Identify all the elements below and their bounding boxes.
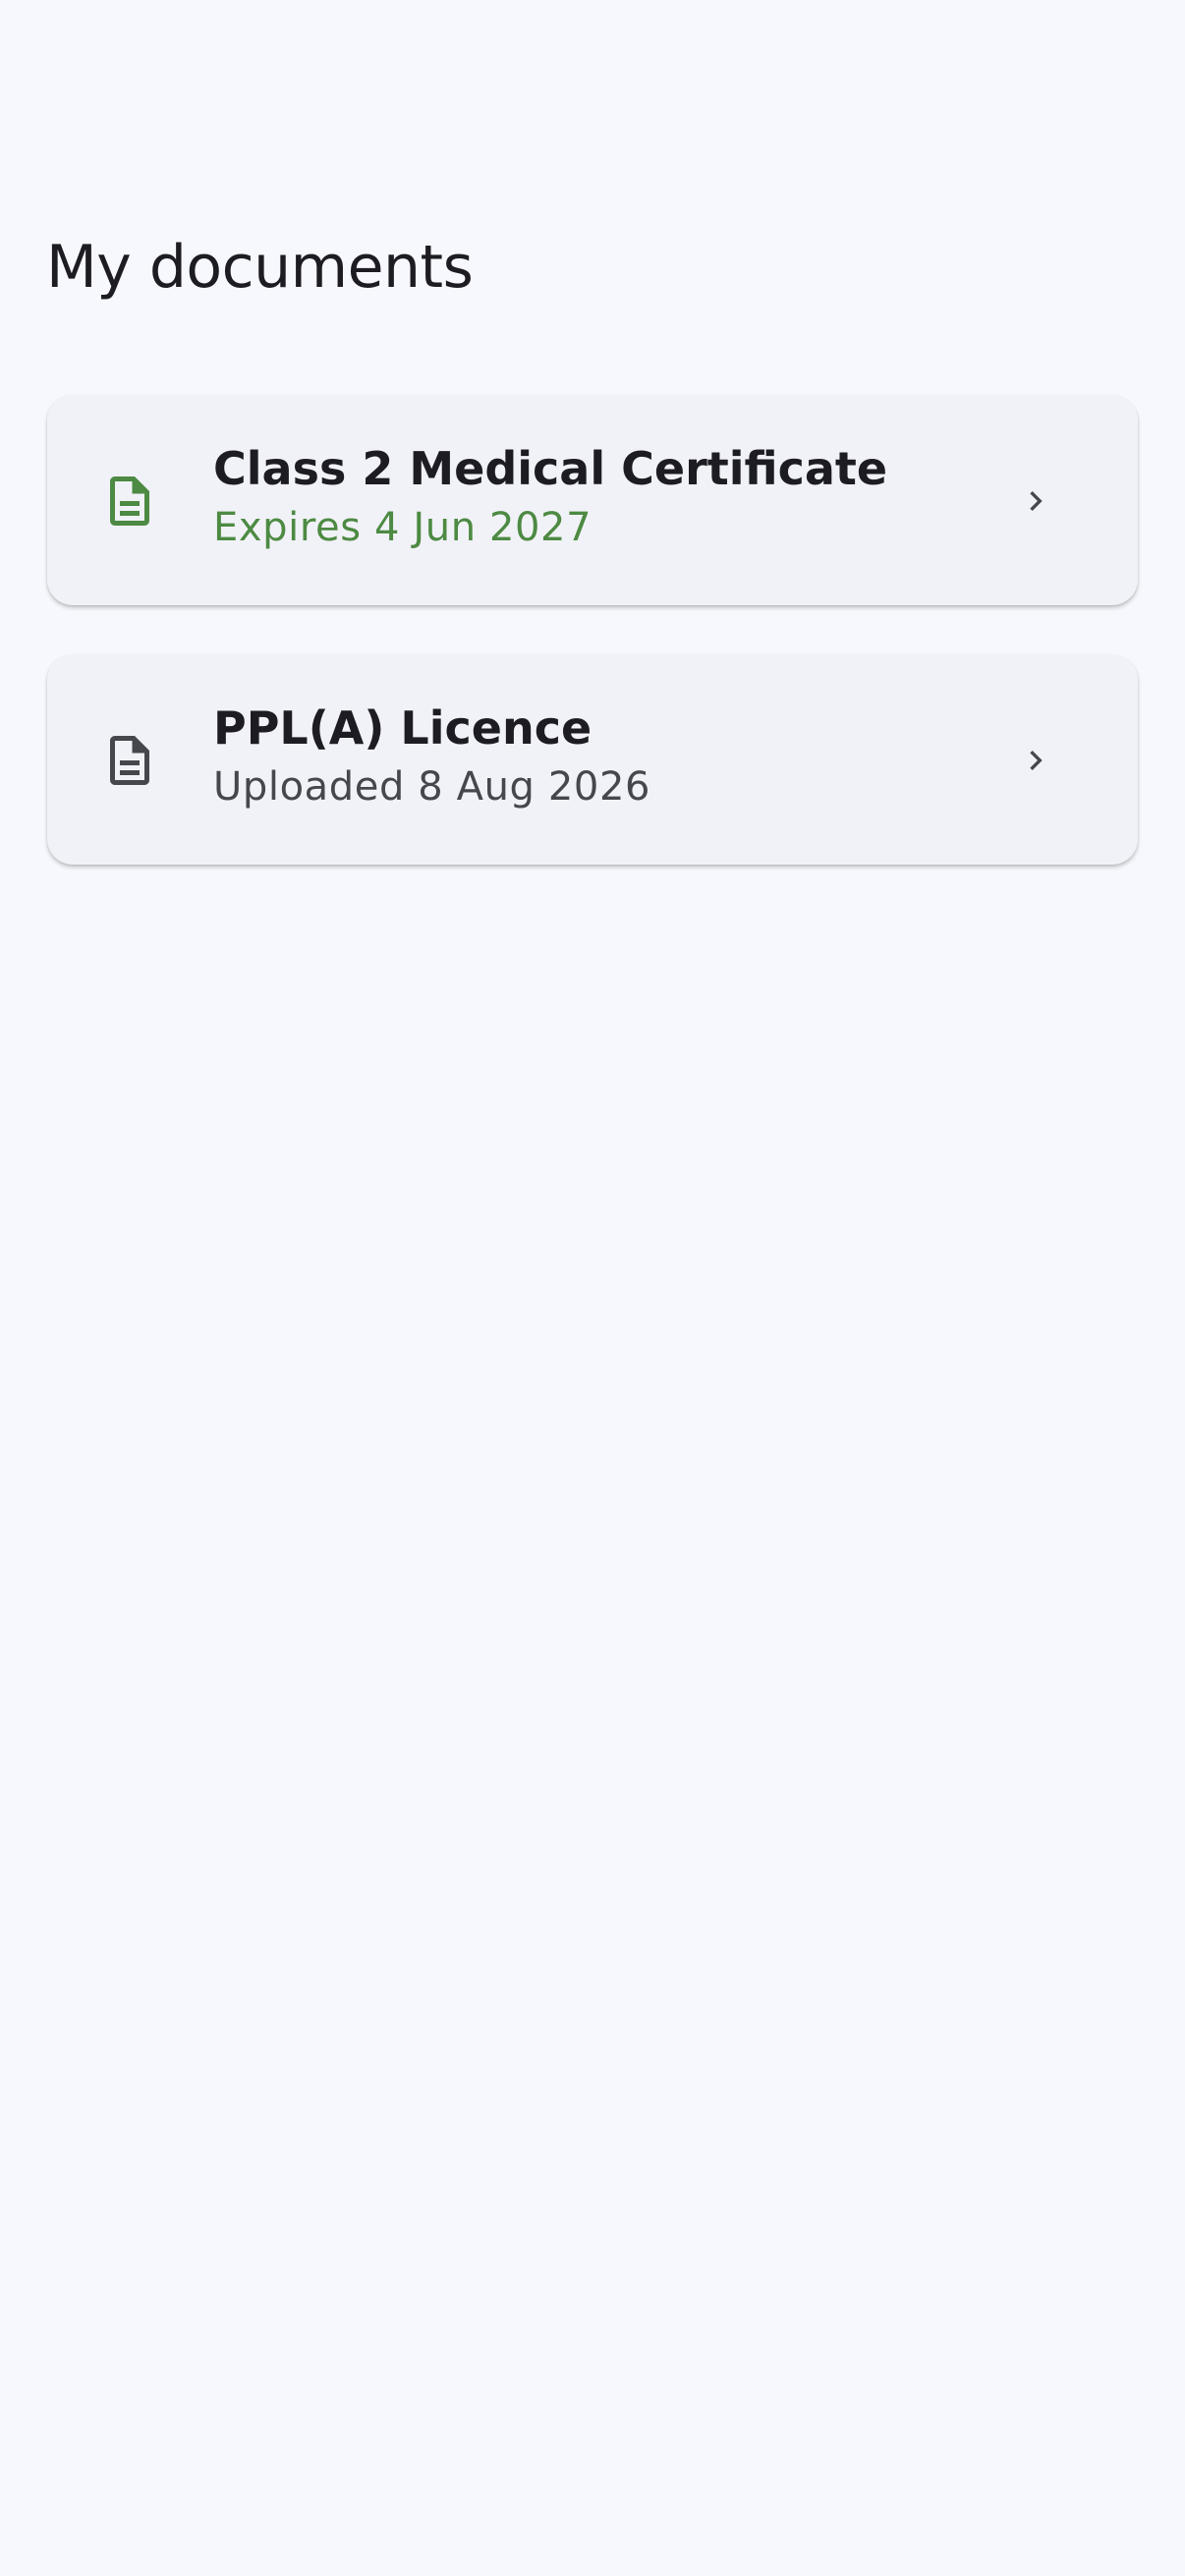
chevron-right-icon — [1016, 479, 1055, 523]
document-title: Class 2 Medical Certificate — [213, 442, 888, 495]
document-text: Class 2 Medical Certificate Expires 4 Ju… — [213, 438, 1000, 556]
document-upload-date: Uploaded 8 Aug 2026 — [213, 764, 651, 810]
document-icon — [100, 729, 159, 792]
document-title: PPL(A) Licence — [213, 701, 592, 755]
document-card-medical-certificate[interactable]: Class 2 Medical Certificate Expires 4 Ju… — [47, 395, 1138, 605]
document-expiry: Expires 4 Jun 2027 — [213, 505, 592, 550]
document-list: Class 2 Medical Certificate Expires 4 Ju… — [47, 395, 1138, 914]
page-title: My documents — [46, 233, 474, 302]
document-text: PPL(A) Licence Uploaded 8 Aug 2026 — [213, 698, 1000, 815]
document-card-ppl-licence[interactable]: PPL(A) Licence Uploaded 8 Aug 2026 — [47, 654, 1138, 865]
document-icon — [100, 470, 159, 532]
chevron-right-icon — [1016, 739, 1055, 782]
